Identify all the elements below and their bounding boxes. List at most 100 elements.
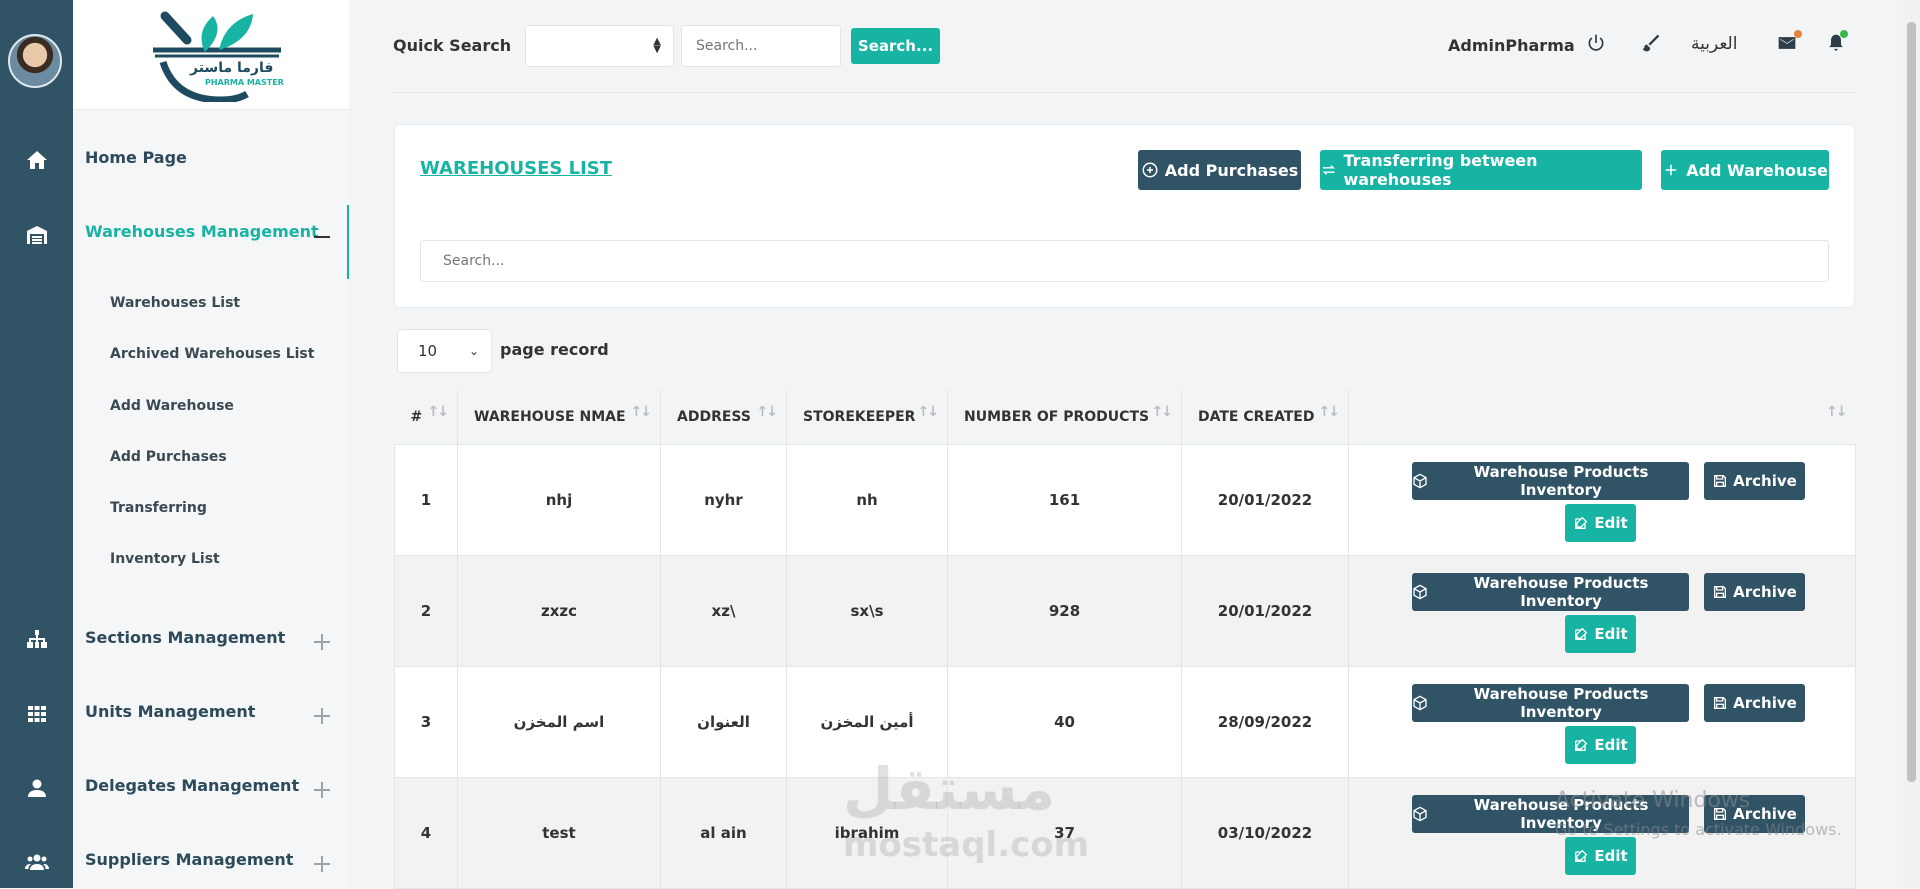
cell-address: xz\: [660, 554, 787, 667]
home-icon[interactable]: [0, 140, 73, 180]
users-icon[interactable]: [0, 842, 73, 882]
quick-search-select[interactable]: ▲ ▼: [525, 25, 674, 67]
sidebar-subitem-add-purchases[interactable]: Add Purchases: [110, 449, 227, 465]
archive-button[interactable]: Archive: [1704, 683, 1805, 722]
collapse-icon[interactable]: [314, 236, 330, 238]
table-search-input[interactable]: [420, 240, 1829, 282]
active-indicator: [347, 205, 349, 279]
scrollbar-thumb[interactable]: [1907, 22, 1916, 782]
grid-icon[interactable]: [0, 694, 73, 734]
add-purchases-label: Add Purchases: [1164, 160, 1299, 180]
side-menu: [73, 0, 349, 888]
expand-icon[interactable]: [314, 708, 330, 724]
table-header-row: # ↑↓ WAREHOUSE NMAE ↑↓ ADDRESS ↑↓ STOREKEEP…: [394, 390, 1856, 444]
inventory-label: Warehouse Products Inventory: [1473, 462, 1649, 499]
cell-storekeeper: sx\s: [786, 554, 948, 667]
sort-icon: ↑↓: [1151, 404, 1174, 420]
edit-button[interactable]: Edit: [1565, 725, 1636, 764]
inventory-label: Warehouse Products Inventory: [1473, 573, 1649, 610]
power-icon[interactable]: [1586, 33, 1608, 55]
archive-button[interactable]: Archive: [1704, 461, 1805, 500]
cube-icon: [1412, 473, 1428, 489]
mail-badge: [1794, 30, 1802, 38]
page-record-select[interactable]: 10 ⌄: [397, 329, 492, 373]
quick-search-button[interactable]: Search...: [851, 28, 940, 64]
column-header[interactable]: WAREHOUSE NMAE ↑↓: [457, 390, 661, 444]
cell-number: 1: [394, 443, 458, 556]
column-header[interactable]: STOREKEEPER ↑↓: [786, 390, 948, 444]
user-icon[interactable]: [0, 768, 73, 808]
add-warehouse-button[interactable]: Add Warehouse: [1661, 150, 1829, 190]
inventory-button[interactable]: Warehouse Products Inventory: [1412, 461, 1689, 500]
logo[interactable]: فارما ماستر PHARMA MASTER: [73, 0, 349, 110]
sitemap-icon[interactable]: [0, 620, 73, 660]
archive-label: Archive: [1733, 693, 1797, 712]
sidebar-item-home-page[interactable]: Home Page: [85, 148, 187, 167]
user-name[interactable]: AdminPharma: [1448, 36, 1575, 55]
avatar[interactable]: [8, 34, 62, 88]
exchange-icon: [1322, 165, 1335, 175]
cell-date-created: 20/01/2022: [1181, 443, 1349, 556]
cell-warehouse-name: zxzc: [457, 554, 661, 667]
table-row: 3 اسم المخزن العنوان أمين المخزن 40 28/09/202…: [394, 665, 1856, 778]
edit-label: Edit: [1594, 735, 1628, 754]
expand-icon[interactable]: [314, 782, 330, 798]
table-row: 1 nhj nyhr nh 161 20/01/2022 Warehouse Product…: [394, 443, 1856, 556]
archive-button[interactable]: Archive: [1704, 572, 1805, 611]
sort-arrows-icon: ▲ ▼: [653, 36, 661, 55]
quick-search-input[interactable]: [681, 25, 841, 67]
warehouse-icon[interactable]: [0, 215, 73, 255]
language-switch[interactable]: العربية: [1691, 34, 1737, 54]
sidebar-subitem-archived-warehouses-list[interactable]: Archived Warehouses List: [110, 346, 314, 362]
sidebar-item-suppliers-management[interactable]: Suppliers Management: [85, 850, 293, 869]
expand-icon[interactable]: [314, 856, 330, 872]
column-header-actions[interactable]: ↑↓: [1349, 390, 1856, 444]
sidebar-subitem-warehouses-list[interactable]: Warehouses List: [110, 295, 240, 311]
plus-circle-icon: [1142, 162, 1158, 178]
cell-actions: Warehouse Products Inventory Archive Edit: [1348, 554, 1856, 667]
column-header[interactable]: NUMBER OF PRODUCTS ↑↓: [947, 390, 1182, 444]
page-record-label: page record: [500, 340, 609, 359]
edit-button[interactable]: Edit: [1565, 614, 1636, 653]
scrollbar[interactable]: [1903, 0, 1920, 888]
cell-warehouse-name: nhj: [457, 443, 661, 556]
sidebar-subitem-add-warehouse[interactable]: Add Warehouse: [110, 398, 234, 414]
sidebar-subitem-inventory-list[interactable]: Inventory List: [110, 551, 220, 567]
sidebar-item-warehouses-management[interactable]: Warehouses Management: [85, 222, 319, 241]
logo-english-text: PHARMA MASTER: [205, 78, 284, 87]
chevron-down-icon: ⌄: [468, 344, 479, 358]
sidebar-subitem-transferring[interactable]: Transferring: [110, 500, 207, 516]
cell-actions: Warehouse Products Inventory Archive Edit: [1348, 665, 1856, 778]
inventory-button[interactable]: Warehouse Products Inventory: [1412, 572, 1689, 611]
expand-icon[interactable]: [314, 634, 330, 650]
cell-actions: Warehouse Products Inventory Archive Edit: [1348, 443, 1856, 556]
page-title[interactable]: WAREHOUSES LIST: [420, 158, 612, 179]
brush-icon[interactable]: [1641, 33, 1663, 55]
warehouses-table: # ↑↓ WAREHOUSE NMAE ↑↓ ADDRESS ↑↓ STOREKEEP…: [394, 390, 1856, 889]
edit-button[interactable]: Edit: [1565, 503, 1636, 542]
transfer-button[interactable]: Transferring between warehouses: [1320, 150, 1642, 190]
cell-date-created: 28/09/2022: [1181, 665, 1349, 778]
edit-label: Edit: [1594, 513, 1628, 532]
sort-icon: ↑↓: [427, 404, 450, 420]
page-record-value: 10: [418, 342, 438, 360]
cell-number-of-products: 928: [947, 554, 1182, 667]
edit-icon: [1573, 626, 1589, 642]
sidebar-item-units-management[interactable]: Units Management: [85, 702, 255, 721]
add-purchases-button[interactable]: Add Purchases: [1138, 150, 1301, 190]
edit-label: Edit: [1594, 624, 1628, 643]
column-header[interactable]: ADDRESS ↑↓: [660, 390, 787, 444]
edit-button[interactable]: Edit: [1565, 836, 1636, 875]
cell-number-of-products: 161: [947, 443, 1182, 556]
inventory-button[interactable]: Warehouse Products Inventory: [1412, 683, 1689, 722]
add-warehouse-label: Add Warehouse: [1686, 160, 1828, 180]
cell-number: 4: [394, 776, 458, 889]
sidebar-item-delegates-management[interactable]: Delegates Management: [85, 776, 299, 795]
column-header[interactable]: DATE CREATED ↑↓: [1181, 390, 1349, 444]
save-icon: [1712, 695, 1728, 711]
column-header[interactable]: # ↑↓: [394, 390, 458, 444]
cell-storekeeper: nh: [786, 443, 948, 556]
logo-mortar-icon: [153, 11, 281, 102]
sidebar-item-sections-management[interactable]: Sections Management: [85, 628, 285, 647]
cell-date-created: 03/10/2022: [1181, 776, 1349, 889]
